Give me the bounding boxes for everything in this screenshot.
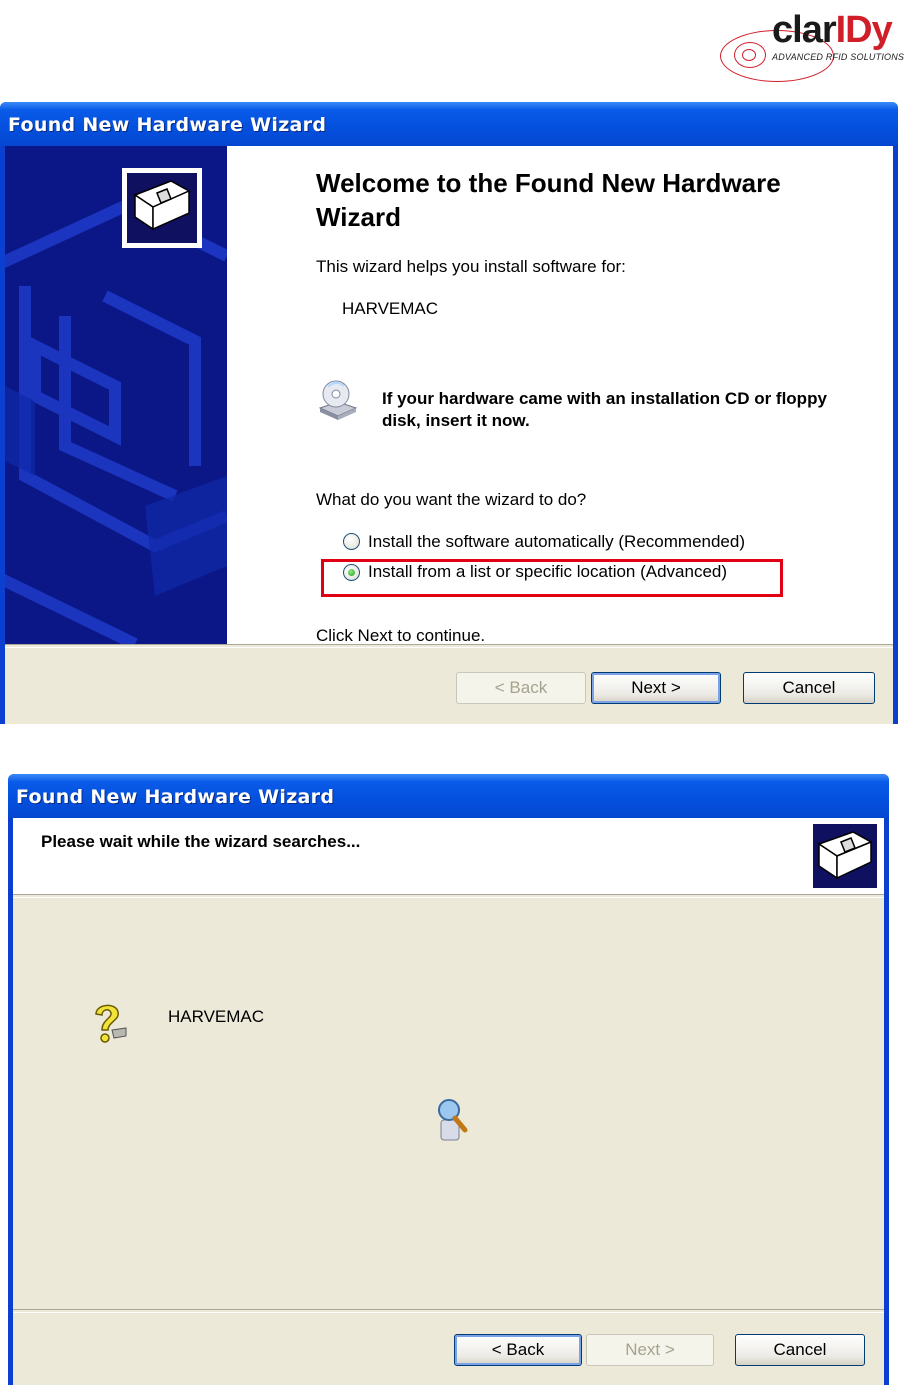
radio-install-from-list[interactable] (343, 564, 360, 581)
header-text: Please wait while the wizard searches... (41, 832, 361, 851)
logo-ring-core (742, 49, 756, 61)
device-name: HARVEMAC (342, 299, 439, 318)
header-divider (13, 894, 884, 898)
logo-wordmark: clarIDy (772, 9, 893, 51)
cd-insert-message: If your hardware came with an installati… (382, 389, 827, 430)
hardware-wizard-icon (122, 168, 202, 248)
cancel-button[interactable]: Cancel (743, 672, 875, 704)
window-title: Found New Hardware Wizard (8, 114, 327, 136)
next-button[interactable]: Next > (586, 1334, 714, 1366)
next-button[interactable]: Next > (591, 672, 721, 704)
claridy-logo: clarIDy ADVANCED RFID SOLUTIONS (718, 9, 914, 82)
wizard-window-welcome: Found New Hardware Wizard Welcome to the… (0, 102, 898, 724)
title-bar[interactable]: Found New Hardware Wizard (8, 774, 889, 818)
logo-tagline: ADVANCED RFID SOLUTIONS (772, 52, 905, 62)
wizard-window-searching: Found New Hardware Wizard Please wait wh… (8, 774, 889, 1385)
continue-text: Click Next to continue. (316, 626, 486, 645)
title-bar[interactable]: Found New Hardware Wizard (0, 102, 898, 146)
hardware-wizard-icon (813, 824, 877, 888)
device-name: HARVEMAC (168, 1007, 265, 1026)
cancel-button[interactable]: Cancel (735, 1334, 865, 1366)
option-install-automatically-label[interactable]: Install the software automatically (Reco… (368, 532, 745, 552)
wizard-header: Please wait while the wizard searches... (13, 818, 884, 894)
window-client: Please wait while the wizard searches... (13, 818, 884, 1385)
radio-install-automatically[interactable] (343, 533, 360, 550)
option-install-from-list-label[interactable]: Install from a list or specific location… (368, 562, 727, 582)
wizard-sidebar-graphic (5, 146, 227, 644)
search-icon (431, 1096, 473, 1142)
intro-text: This wizard helps you install software f… (316, 257, 626, 276)
divider (5, 644, 893, 648)
window-client: Welcome to the Found New Hardware Wizard… (5, 146, 893, 724)
divider (13, 1309, 884, 1313)
back-button[interactable]: < Back (456, 672, 586, 704)
back-button[interactable]: < Back (454, 1334, 582, 1366)
wizard-heading: Welcome to the Found New Hardware Wizard (316, 168, 781, 232)
question-mark-icon (86, 1000, 134, 1048)
window-title: Found New Hardware Wizard (16, 786, 335, 808)
wizard-question: What do you want the wizard to do? (316, 490, 587, 509)
cd-drive-icon (316, 378, 360, 422)
